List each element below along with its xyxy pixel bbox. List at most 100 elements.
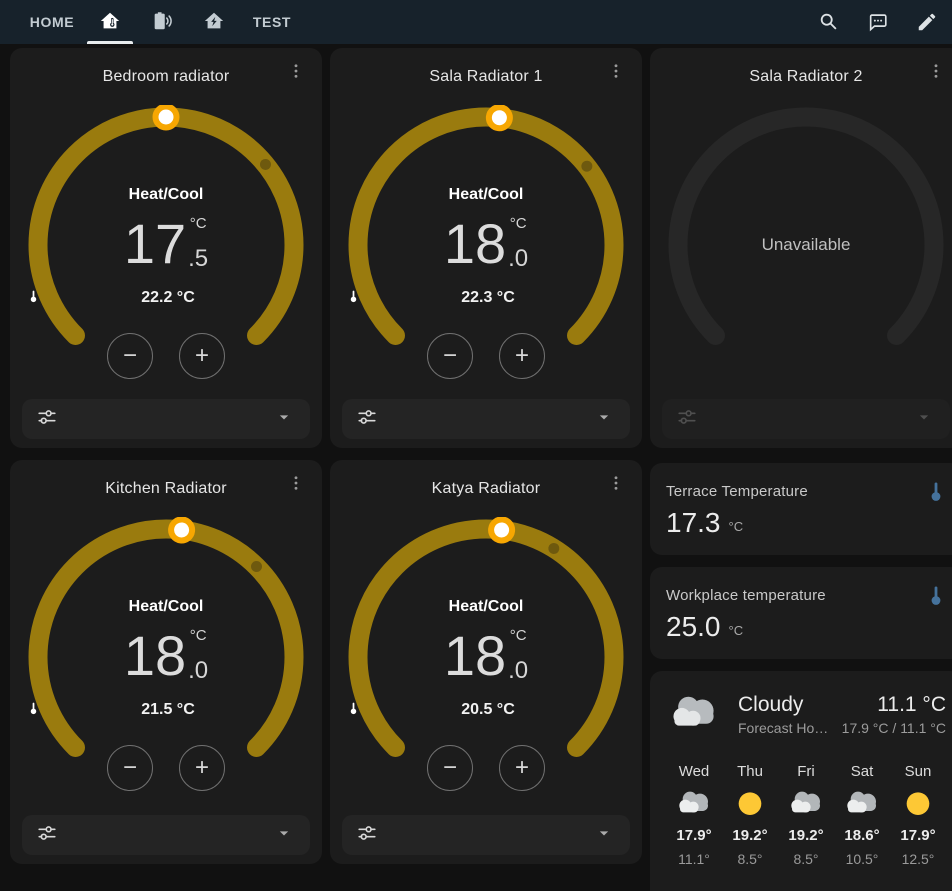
forecast-high: 19.2°: [722, 827, 778, 844]
forecast-high: 17.9°: [666, 827, 722, 844]
tune-icon: [356, 822, 378, 849]
plus-icon: +: [195, 754, 209, 781]
weather-high-low: 17.9 °C / 11.1 °C: [842, 720, 946, 736]
target-temp-decimal: .0: [188, 660, 208, 682]
search-icon: [818, 11, 840, 33]
thermostat-card: Kitchen RadiatorHeat/Cool18°C.021.5 °C−+: [10, 460, 322, 864]
current-temp-value: 22.3 °C: [461, 289, 515, 307]
presets-dropdown[interactable]: [342, 399, 630, 439]
tab-home[interactable]: HOME: [20, 0, 84, 44]
sensor-value: 25.0: [666, 613, 721, 641]
tune-icon: [36, 822, 58, 849]
pencil-icon: [916, 11, 938, 33]
increase-button[interactable]: +: [179, 745, 225, 791]
sunny-icon: [730, 789, 770, 821]
temp-adjust-row: −+: [330, 745, 642, 791]
sensor-unit: °C: [729, 519, 744, 537]
target-temp-int: 18: [124, 628, 186, 684]
forecast-high: 19.2°: [778, 827, 834, 844]
current-temperature: 22.2 °C: [26, 289, 306, 307]
header-actions: [818, 0, 952, 44]
cloudy-icon: [842, 789, 882, 821]
forecast-day: Thu19.2°8.5°: [722, 763, 778, 867]
forecast-high: 17.9°: [890, 827, 946, 844]
forecast-low: 8.5°: [722, 851, 778, 867]
card-menu-button[interactable]: [286, 474, 306, 496]
assist-icon: [867, 11, 889, 33]
assist-button[interactable]: [867, 11, 889, 33]
plus-icon: +: [195, 342, 209, 369]
view-tabs: HOME TEST: [0, 0, 304, 44]
decrease-button[interactable]: −: [427, 745, 473, 791]
menu-dots-icon: [607, 62, 625, 85]
tune-icon: [36, 406, 58, 433]
increase-button[interactable]: +: [179, 333, 225, 379]
plus-icon: +: [515, 754, 529, 781]
battery-signal-icon: [151, 10, 173, 35]
sensor-card[interactable]: Terrace Temperature17.3°C: [650, 463, 952, 555]
weather-card[interactable]: CloudyForecast Ho…11.1 °C17.9 °C / 11.1 …: [650, 671, 952, 891]
caret-down-icon: [594, 407, 614, 432]
card-menu-button[interactable]: [606, 474, 626, 496]
current-temp-value: 21.5 °C: [141, 701, 195, 719]
weather-condition: Cloudy: [738, 693, 842, 717]
forecast-day: Sun17.9°12.5°: [890, 763, 946, 867]
target-temp-unit: °C: [188, 216, 208, 231]
card-menu-button[interactable]: [286, 62, 306, 84]
thermostat-dial: Unavailable: [666, 105, 946, 385]
cloudy-icon: [786, 789, 826, 821]
card-title: Katya Radiator: [370, 480, 602, 498]
decrease-button[interactable]: −: [107, 333, 153, 379]
search-button[interactable]: [818, 11, 840, 33]
thermostat-card: Bedroom radiatorHeat/Cool17°C.522.2 °C−+: [10, 48, 322, 448]
tab-label: HOME: [30, 14, 74, 30]
card-title: Sala Radiator 2: [690, 68, 922, 86]
target-temp-decimal: .0: [508, 660, 528, 682]
cloudy-icon: [674, 789, 714, 821]
target-temp-int: 18: [444, 216, 506, 272]
minus-icon: −: [443, 342, 457, 369]
edit-button[interactable]: [916, 11, 938, 33]
minus-icon: −: [123, 754, 137, 781]
presets-dropdown[interactable]: [22, 399, 310, 439]
menu-dots-icon: [927, 62, 945, 85]
presets-dropdown[interactable]: [342, 815, 630, 855]
house-thermometer-icon: [99, 10, 121, 35]
temp-adjust-row: −+: [10, 333, 322, 379]
sensor-name: Terrace Temperature: [666, 483, 946, 500]
tab-test[interactable]: TEST: [240, 0, 304, 44]
caret-down-icon: [274, 823, 294, 848]
tab-climate[interactable]: [84, 0, 136, 44]
thermostat-card: Sala Radiator 1Heat/Cool18°C.022.3 °C−+: [330, 48, 642, 448]
tab-energy[interactable]: [188, 0, 240, 44]
forecast-low: 11.1°: [666, 851, 722, 867]
forecast-low: 8.5°: [778, 851, 834, 867]
menu-dots-icon: [607, 474, 625, 497]
sensor-unit: °C: [729, 623, 744, 641]
house-energy-icon: [203, 10, 225, 35]
increase-button[interactable]: +: [499, 333, 545, 379]
current-temperature: 21.5 °C: [26, 701, 306, 719]
current-temp-value: 22.2 °C: [141, 289, 195, 307]
sensor-card[interactable]: Workplace temperature25.0°C: [650, 567, 952, 659]
card-menu-button[interactable]: [606, 62, 626, 84]
minus-icon: −: [123, 342, 137, 369]
presets-dropdown[interactable]: [22, 815, 310, 855]
sunny-icon: [898, 789, 938, 821]
card-menu-button[interactable]: [926, 62, 946, 84]
decrease-button[interactable]: −: [427, 333, 473, 379]
forecast-low: 10.5°: [834, 851, 890, 867]
decrease-button[interactable]: −: [107, 745, 153, 791]
increase-button[interactable]: +: [499, 745, 545, 791]
forecast-day-label: Sat: [834, 763, 890, 780]
menu-dots-icon: [287, 474, 305, 497]
tab-battery[interactable]: [136, 0, 188, 44]
target-temperature: 18°C.0: [346, 216, 626, 272]
weather-condition-icon: [666, 693, 722, 737]
weather-subtitle: Forecast Ho…: [738, 720, 842, 736]
forecast-day-label: Fri: [778, 763, 834, 780]
target-temp-decimal: .5: [188, 248, 208, 270]
target-temp-int: 17: [124, 216, 186, 272]
tune-icon: [356, 406, 378, 433]
caret-down-icon: [914, 407, 934, 432]
